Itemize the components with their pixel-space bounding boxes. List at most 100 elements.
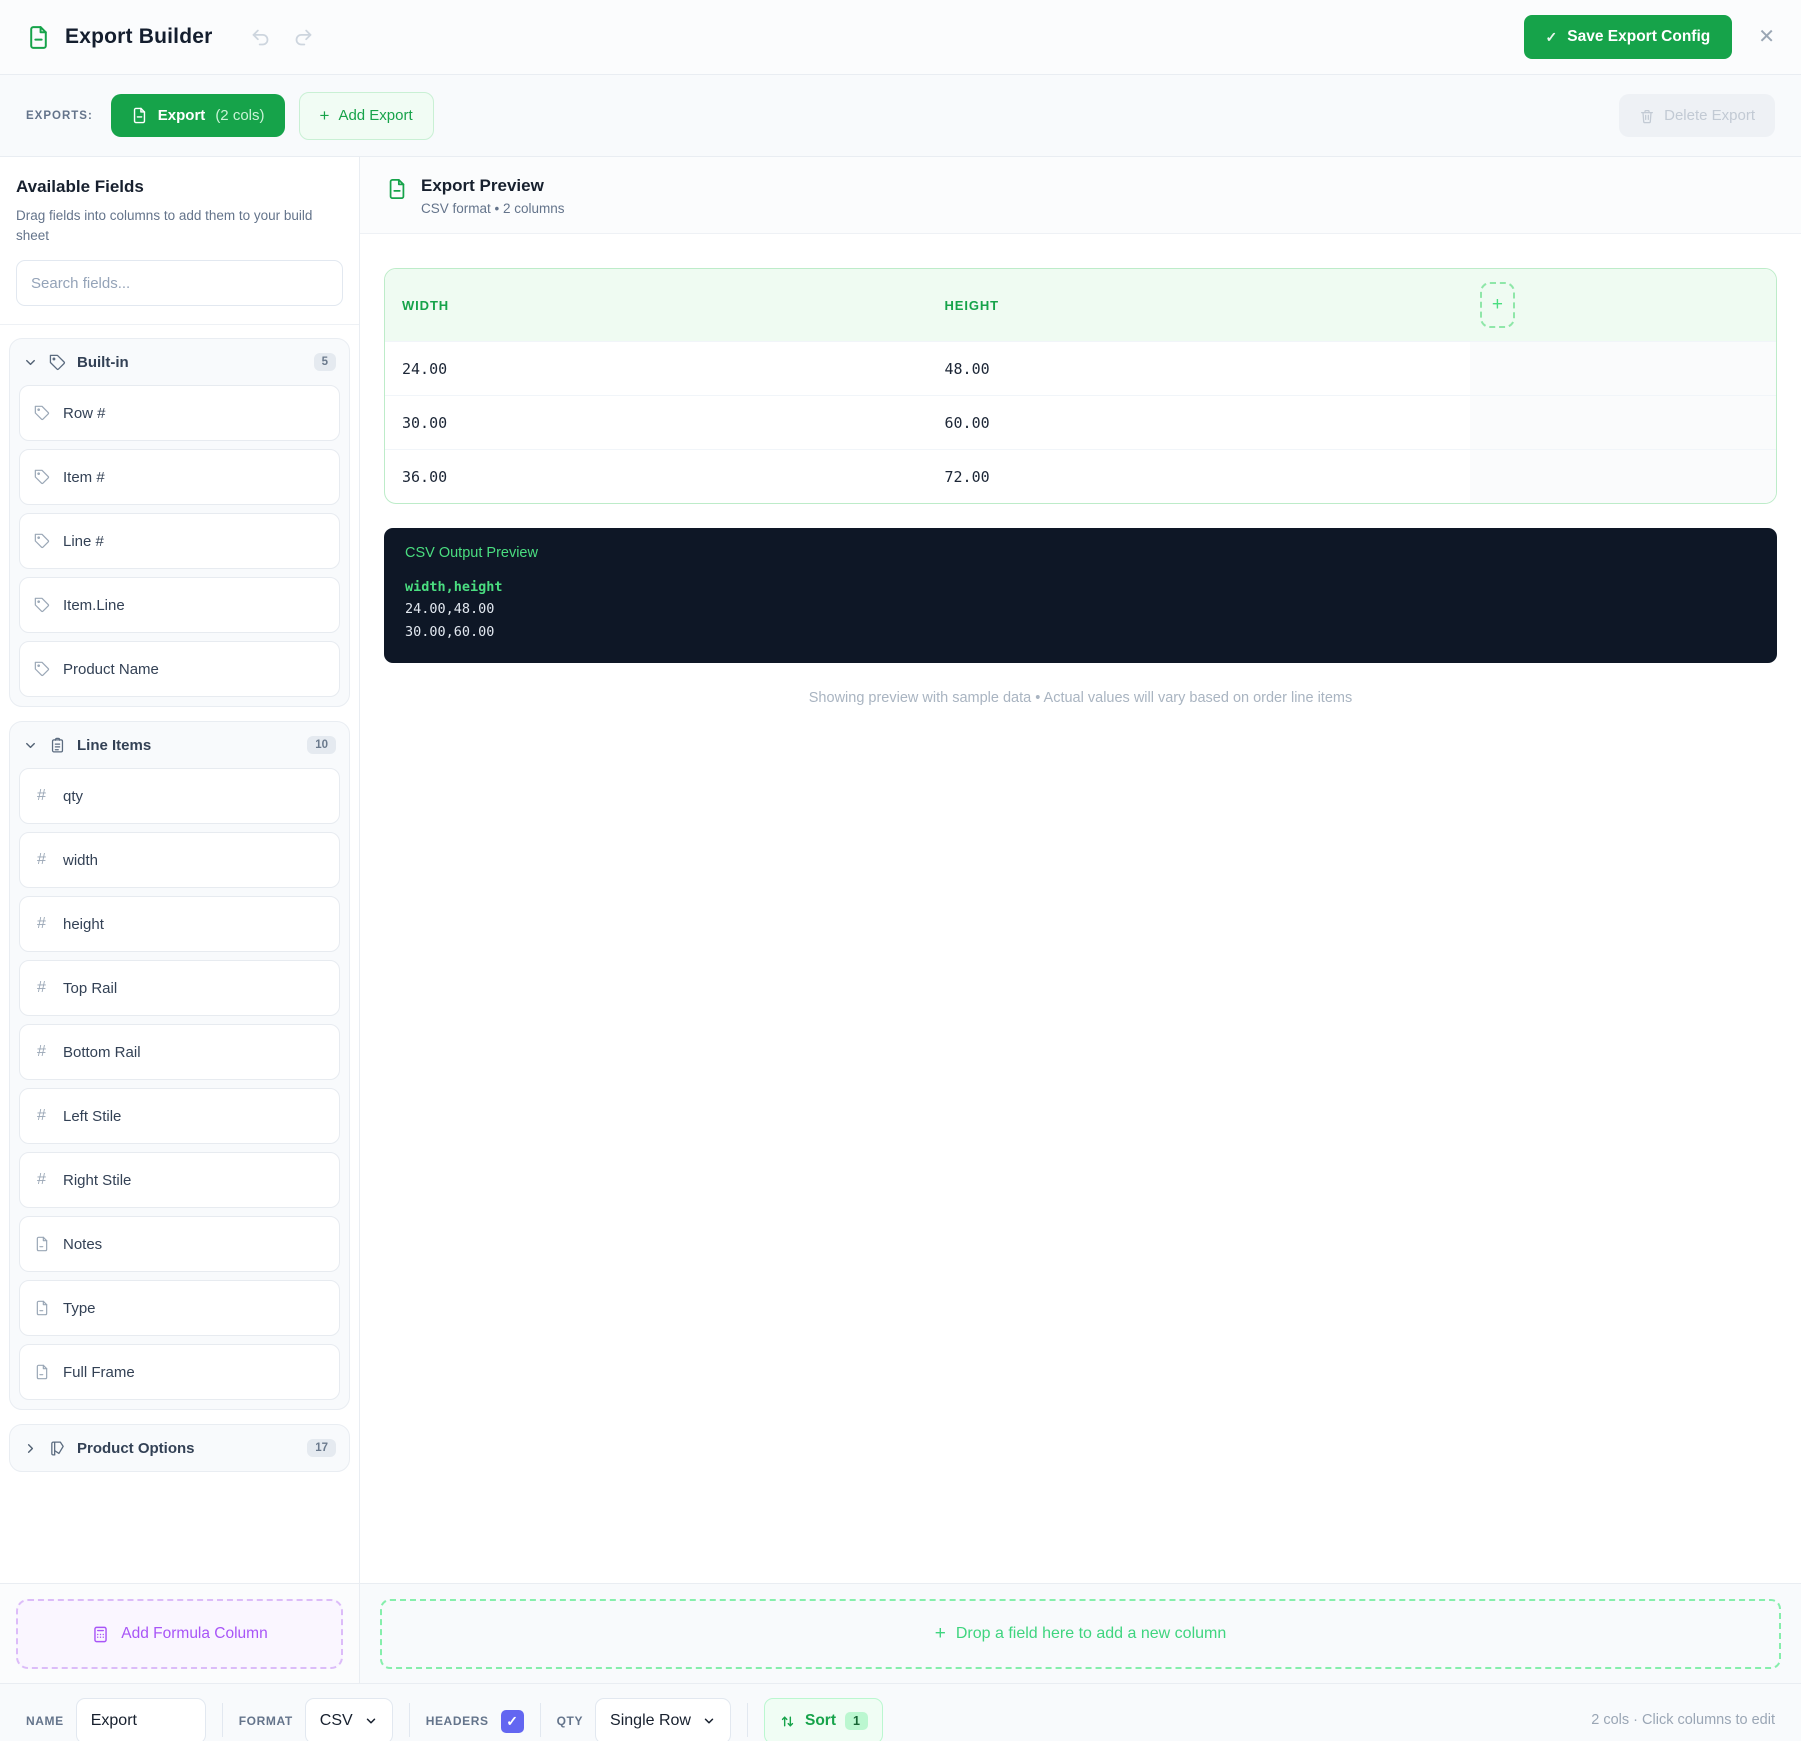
field-list: Built-in 5 Row # Item # Line # Item.Line… (0, 325, 359, 1583)
qty-label: QTY (556, 1714, 584, 1728)
column-header-height[interactable]: HEIGHT (927, 269, 1469, 341)
document-icon (33, 1236, 50, 1252)
tag-icon (33, 533, 50, 549)
table-cell[interactable]: 30.00 (385, 396, 927, 449)
chevron-right-icon (23, 1441, 38, 1456)
column-header-width[interactable]: WIDTH (385, 269, 927, 341)
table-row: 30.00 60.00 (385, 395, 1776, 449)
field-label: Top Rail (63, 979, 118, 997)
field-label: Product Name (63, 660, 159, 678)
chevron-down-icon (23, 738, 38, 753)
calculator-icon (91, 1625, 110, 1644)
field-label: Item # (63, 468, 105, 486)
hash-icon: # (37, 851, 46, 869)
add-column-button[interactable]: + (1479, 282, 1515, 328)
csv-line: 30.00,60.00 (405, 623, 495, 640)
exports-toolbar: EXPORTS: Export (2 cols) + Add Export De… (0, 75, 1801, 157)
field-label: Notes (63, 1235, 103, 1253)
add-formula-column-button[interactable]: Add Formula Column (16, 1599, 343, 1669)
top-header: Export Builder ✓ Save Export Config ✕ (0, 0, 1801, 75)
qty-select[interactable]: Single Row (595, 1698, 731, 1741)
sidebar-title: Available Fields (16, 177, 144, 196)
delete-export-button[interactable]: Delete Export (1619, 94, 1775, 137)
export-name-input[interactable] (75, 1698, 206, 1741)
preview-title: Export Preview (421, 176, 544, 195)
section-built-in: Built-in 5 Row # Item # Line # Item.Line… (9, 338, 350, 708)
document-icon (131, 107, 148, 124)
field-label: Line # (63, 532, 104, 550)
field-item[interactable]: # height (19, 896, 340, 953)
field-label: Left Stile (63, 1107, 122, 1125)
field-label: height (63, 915, 104, 933)
add-export-button[interactable]: + Add Export (298, 91, 434, 140)
export-preview-panel: Export Preview CSV format • 2 columns WI… (360, 157, 1801, 1683)
format-select[interactable]: CSV (304, 1698, 393, 1741)
sort-button[interactable]: Sort 1 (763, 1698, 883, 1741)
table-cell[interactable]: 48.00 (927, 342, 1469, 395)
headers-checkbox[interactable]: ✓ (500, 1709, 524, 1733)
document-icon (33, 1364, 50, 1380)
undo-icon[interactable] (250, 27, 271, 48)
check-icon: ✓ (1545, 28, 1558, 45)
field-item[interactable]: Product Name (19, 641, 340, 698)
table-cell[interactable]: 24.00 (385, 342, 927, 395)
exports-label: EXPORTS: (26, 109, 93, 122)
sidebar-description: Drag fields into columns to add them to … (16, 208, 313, 243)
field-item[interactable]: Row # (19, 385, 340, 442)
csv-output-preview: CSV Output Preview width,height 24.00,48… (384, 528, 1777, 663)
field-item[interactable]: Type (19, 1280, 340, 1337)
plus-icon: + (319, 105, 330, 125)
save-export-config-button[interactable]: ✓ Save Export Config (1523, 15, 1733, 59)
field-label: qty (63, 787, 84, 805)
drop-field-zone[interactable]: + Drop a field here to add a new column (380, 1599, 1781, 1669)
field-item[interactable]: Line # (19, 513, 340, 570)
divider (746, 1702, 748, 1737)
preview-content: WIDTH HEIGHT + 24.00 48.00 30.00 60.00 3… (360, 234, 1801, 1583)
field-label: Full Frame (63, 1363, 135, 1381)
field-item[interactable]: Item.Line (19, 577, 340, 634)
field-label: width (63, 851, 99, 869)
plus-icon: + (934, 1623, 946, 1644)
csv-preview-title: CSV Output Preview (405, 545, 538, 561)
document-icon (33, 1300, 50, 1316)
clipboard-icon (49, 737, 66, 754)
redo-icon[interactable] (293, 27, 314, 48)
search-fields-input[interactable] (16, 260, 343, 307)
preview-table: WIDTH HEIGHT + 24.00 48.00 30.00 60.00 3… (384, 268, 1777, 504)
section-label: Built-in (77, 353, 129, 371)
chevron-down-icon (23, 355, 38, 370)
field-item[interactable]: # Right Stile (19, 1152, 340, 1209)
document-icon (26, 25, 51, 50)
tag-icon (33, 661, 50, 677)
headers-label: HEADERS (425, 1714, 489, 1728)
field-item[interactable]: # Bottom Rail (19, 1024, 340, 1081)
section-header-line-items[interactable]: Line Items 10 (10, 722, 349, 768)
field-item[interactable]: Notes (19, 1216, 340, 1273)
field-item[interactable]: # Top Rail (19, 960, 340, 1017)
preview-subtitle: CSV format • 2 columns (421, 201, 565, 216)
table-cell[interactable]: 60.00 (927, 396, 1469, 449)
available-fields-sidebar: Available Fields Drag fields into column… (0, 157, 360, 1683)
field-item[interactable]: # Left Stile (19, 1088, 340, 1145)
page-title: Export Builder (65, 25, 213, 48)
section-header-product-options[interactable]: Product Options 17 (10, 1425, 349, 1471)
table-cell[interactable]: 72.00 (927, 450, 1469, 503)
section-label: Product Options (77, 1439, 195, 1457)
sort-count-badge: 1 (844, 1712, 868, 1730)
hash-icon: # (37, 915, 46, 933)
field-item[interactable]: Item # (19, 449, 340, 506)
name-label: NAME (26, 1714, 64, 1728)
table-gutter-cell (1469, 342, 1776, 395)
hash-icon: # (37, 787, 46, 805)
divider (408, 1702, 410, 1737)
export-tab-name: Export (157, 107, 206, 124)
field-label: Row # (63, 404, 106, 422)
export-tab-active[interactable]: Export (2 cols) (110, 94, 285, 137)
field-item[interactable]: # qty (19, 768, 340, 825)
close-icon[interactable]: ✕ (1758, 27, 1775, 47)
table-cell[interactable]: 36.00 (385, 450, 927, 503)
check-icon: ✓ (506, 1712, 518, 1729)
field-item[interactable]: # width (19, 832, 340, 889)
section-header-built-in[interactable]: Built-in 5 (10, 339, 349, 385)
field-item[interactable]: Full Frame (19, 1344, 340, 1401)
